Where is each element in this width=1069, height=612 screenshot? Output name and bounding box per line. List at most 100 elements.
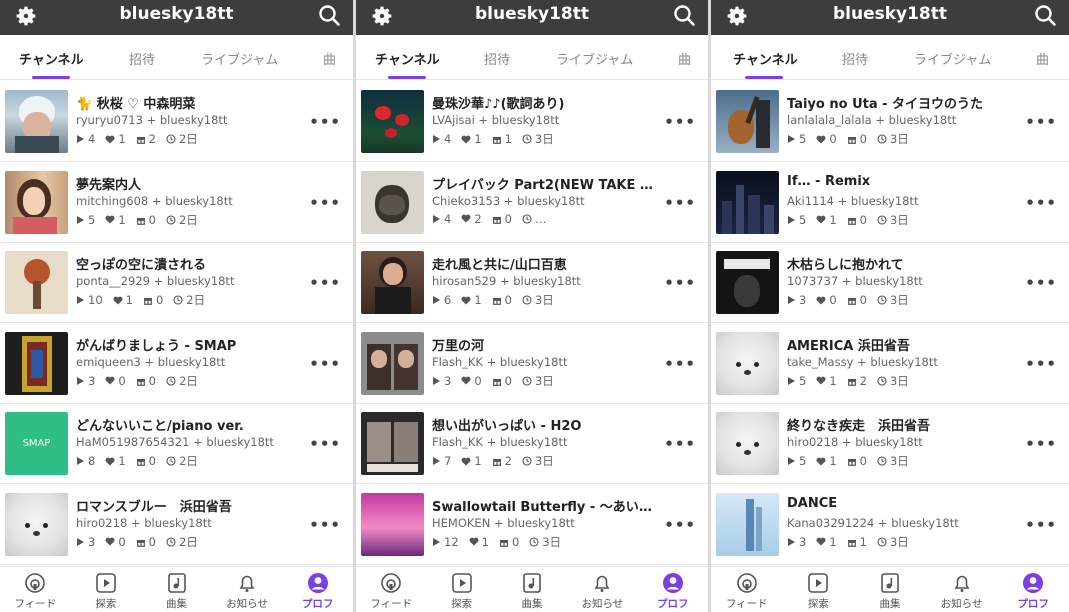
- tab-live-jam[interactable]: ライブジャム: [914, 49, 991, 68]
- song-thumbnail[interactable]: [361, 170, 424, 234]
- song-thumbnail[interactable]: [361, 90, 424, 153]
- profile-icon: [286, 572, 350, 594]
- tab-invite[interactable]: 招待: [484, 49, 510, 68]
- tab-songs[interactable]: 曲: [678, 49, 691, 68]
- song-title: 想い出がいっぱい - H2O: [432, 419, 582, 434]
- list-item[interactable]: 🐈 秋桜 ♡ 中森明菜 ryuryu0713 + bluesky18tt 4 1 2 2日…: [0, 82, 353, 162]
- song-thumbnail[interactable]: SMAP: [5, 412, 68, 475]
- song-thumbnail[interactable]: [5, 90, 68, 153]
- play-icon: [433, 296, 440, 304]
- search-icon[interactable]: [672, 3, 696, 27]
- list-item[interactable]: AMERICA 浜田省吾 take_Massy + bluesky18tt 5 1 2 3…: [711, 324, 1069, 404]
- nav-songbook[interactable]: 曲集: [145, 572, 209, 611]
- more-icon[interactable]: •••: [309, 194, 341, 212]
- more-icon[interactable]: •••: [309, 355, 341, 373]
- tab-channel[interactable]: チャンネル: [733, 49, 798, 68]
- list-item[interactable]: Swallowtail Butterfly - ～あいのう… HEMOKEN + …: [356, 485, 708, 565]
- more-icon[interactable]: •••: [664, 435, 696, 453]
- nav-profile[interactable]: プロフ: [286, 572, 350, 611]
- posted-time: 3日: [877, 131, 909, 147]
- more-icon[interactable]: •••: [309, 435, 341, 453]
- more-icon[interactable]: •••: [1025, 516, 1057, 534]
- nav-notifications[interactable]: お知らせ: [215, 572, 279, 611]
- tab-invite[interactable]: 招待: [842, 49, 868, 68]
- list-item[interactable]: SMAP どんないいこと/piano ver. HaM051987654321 + …: [0, 404, 353, 484]
- more-icon[interactable]: •••: [664, 113, 696, 131]
- gift-icon: [492, 378, 501, 386]
- nav-songbook[interactable]: 曲集: [500, 572, 564, 611]
- more-icon[interactable]: •••: [664, 194, 696, 212]
- list-item[interactable]: 想い出がいっぱい - H2O Flash_KK + bluesky18tt 7 1 2 3…: [356, 404, 708, 484]
- gift-count: 2: [492, 454, 512, 468]
- gift-icon: [847, 539, 856, 547]
- song-thumbnail[interactable]: [716, 90, 779, 153]
- tab-channel[interactable]: チャンネル: [375, 49, 440, 68]
- nav-feed[interactable]: フィード: [3, 572, 67, 611]
- more-icon[interactable]: •••: [1025, 113, 1057, 131]
- song-thumbnail[interactable]: [5, 492, 68, 556]
- play-count: 6: [432, 293, 451, 307]
- tab-live-jam[interactable]: ライブジャム: [556, 49, 633, 68]
- song-thumbnail[interactable]: [716, 412, 779, 475]
- posted-time: 2日: [166, 453, 198, 469]
- play-count-value: 3: [88, 373, 96, 388]
- list-item[interactable]: DANCE Kana03291224 + bluesky18tt 3 1 1 3日 •••: [711, 485, 1069, 565]
- nav-feed[interactable]: フィード: [715, 572, 779, 611]
- nav-explore[interactable]: 探索: [430, 572, 494, 611]
- song-thumbnail[interactable]: [361, 492, 424, 556]
- search-icon[interactable]: [317, 3, 341, 27]
- song-collaborators: ryuryu0713 + bluesky18tt: [76, 113, 228, 127]
- list-item[interactable]: If… - Remix Aki1114 + bluesky18tt 5 1 0 3日 •••: [711, 163, 1069, 243]
- nav-notifications[interactable]: お知らせ: [930, 572, 994, 611]
- nav-explore[interactable]: 探索: [786, 572, 850, 611]
- posted-time-value: 3日: [889, 132, 909, 146]
- more-icon[interactable]: •••: [664, 516, 696, 534]
- song-collaborators: Flash_KK + bluesky18tt: [432, 435, 568, 449]
- song-thumbnail[interactable]: [5, 251, 68, 314]
- more-icon[interactable]: •••: [309, 516, 341, 534]
- tab-channel[interactable]: チャンネル: [19, 49, 84, 68]
- list-item[interactable]: 万里の河 Flash_KK + bluesky18tt 3 0 0 3日 •••: [356, 324, 708, 404]
- list-item[interactable]: プレイバック Part2(NEW TAKE 原… Chieko3153 + blu…: [356, 163, 708, 243]
- song-thumbnail[interactable]: [716, 492, 779, 556]
- list-item[interactable]: 終りなき疾走 浜田省吾 hiro0218 + bluesky18tt 5 1 0 3日 ••…: [711, 404, 1069, 484]
- song-thumbnail[interactable]: [361, 251, 424, 314]
- tab-songs[interactable]: 曲: [323, 49, 336, 68]
- song-thumbnail[interactable]: [716, 251, 779, 314]
- nav-notifications[interactable]: お知らせ: [570, 572, 634, 611]
- list-item[interactable]: 走れ風と共に/山口百恵 hirosan529 + bluesky18tt 6 1 0 3日…: [356, 243, 708, 323]
- list-item[interactable]: 夢先案内人 mitching608 + bluesky18tt 5 1 0 2日 •••: [0, 163, 353, 243]
- list-item[interactable]: 空っぽの空に潰される ponta__2929 + bluesky18tt 10 1 0 2…: [0, 243, 353, 323]
- more-icon[interactable]: •••: [309, 274, 341, 292]
- list-item[interactable]: ロマンスブルー 浜田省吾 hiro0218 + bluesky18tt 3 0 0 2日 •…: [0, 485, 353, 565]
- song-thumbnail[interactable]: [716, 331, 779, 395]
- nav-feed[interactable]: フィード: [359, 572, 423, 611]
- tab-songs[interactable]: 曲: [1036, 49, 1049, 68]
- more-icon[interactable]: •••: [664, 274, 696, 292]
- song-thumbnail[interactable]: [716, 170, 779, 234]
- song-thumbnail[interactable]: [361, 412, 424, 475]
- more-icon[interactable]: •••: [664, 355, 696, 373]
- nav-profile[interactable]: プロフ: [1001, 572, 1065, 611]
- more-icon[interactable]: •••: [1025, 435, 1057, 453]
- nav-profile[interactable]: プロフ: [641, 572, 705, 611]
- list-item[interactable]: 木枯らしに抱かれて 1073737 + bluesky18tt 3 0 0 3日 •••: [711, 243, 1069, 323]
- tab-live-jam[interactable]: ライブジャム: [201, 49, 278, 68]
- tab-invite[interactable]: 招待: [129, 49, 155, 68]
- nav-explore[interactable]: 探索: [74, 572, 138, 611]
- song-thumbnail[interactable]: [5, 331, 68, 395]
- list-item[interactable]: 曼珠沙華♪♪(歌詞あり) LVAjisai + bluesky18tt 4 1 1 3日 •…: [356, 82, 708, 162]
- more-icon[interactable]: •••: [1025, 194, 1057, 212]
- heart-icon: [113, 296, 123, 304]
- song-thumbnail[interactable]: [5, 170, 68, 234]
- song-thumbnail[interactable]: [361, 331, 424, 395]
- list-item[interactable]: Taiyo no Uta - タイヨウのうた lanlalala_lalala +…: [711, 82, 1069, 162]
- list-item[interactable]: がんばりましょう - SMAP emiqueen3 + bluesky18tt 3 0…: [0, 324, 353, 404]
- search-icon[interactable]: [1033, 3, 1057, 27]
- more-icon[interactable]: •••: [309, 113, 341, 131]
- more-icon[interactable]: •••: [1025, 355, 1057, 373]
- bell-icon: [930, 572, 994, 594]
- more-icon[interactable]: •••: [1025, 274, 1057, 292]
- nav-songbook[interactable]: 曲集: [858, 572, 922, 611]
- like-count: 0: [816, 132, 837, 146]
